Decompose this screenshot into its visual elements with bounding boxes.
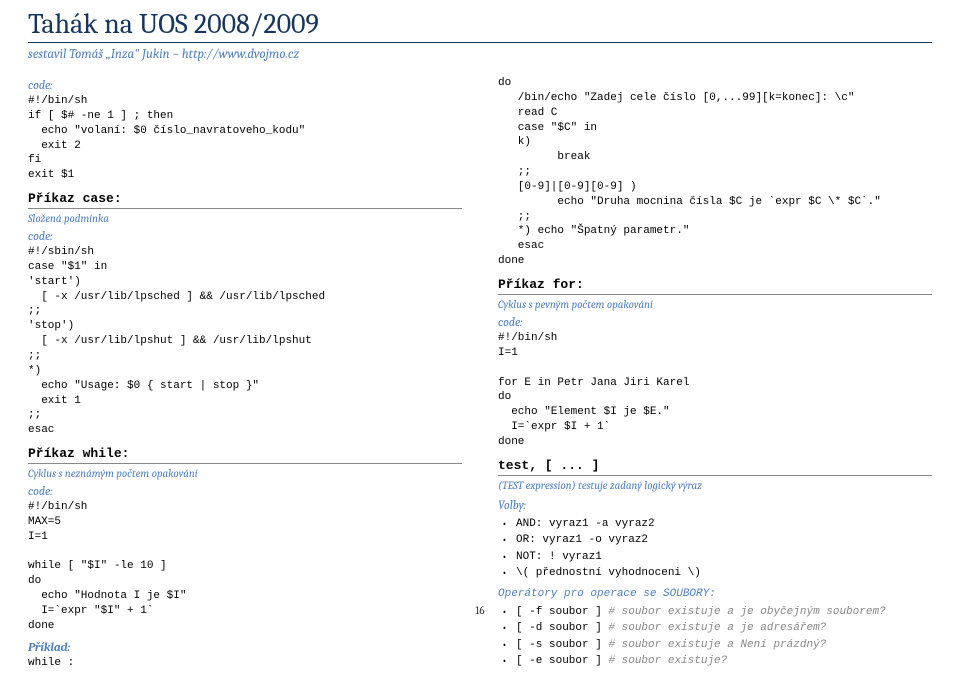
volby-label: Volby: xyxy=(498,498,932,512)
code-block: #!/bin/sh I=1 for E in Petr Jana Jiri Ka… xyxy=(498,331,932,450)
operators-label: Operátory pro operace se SOUBORY: xyxy=(498,588,932,600)
code-block: do /bin/echo "Zadej cele číslo [0,...99]… xyxy=(498,76,932,269)
code-block: #!/bin/sh if [ $# -ne 1 ] ; then echo "v… xyxy=(28,94,462,183)
left-column: code: #!/bin/sh if [ $# -ne 1 ] ; then e… xyxy=(28,74,462,670)
page-number: 16 xyxy=(0,604,960,617)
code-label: code: xyxy=(28,484,462,498)
section-desc: Cyklus s neznámým počtem opakování xyxy=(28,467,462,480)
section-desc: Cyklus s pevným počtem opakování xyxy=(498,298,932,311)
example-label: Příklad: xyxy=(28,640,462,654)
list-item: AND: vyraz1 -a vyraz2 xyxy=(516,516,932,533)
page-title: Tahák na UOS 2008/2009 xyxy=(28,8,932,43)
code-block: while : xyxy=(28,656,462,671)
code-label: code: xyxy=(28,229,462,243)
right-column: do /bin/echo "Zadej cele číslo [0,...99]… xyxy=(498,74,932,670)
list-item: OR: vyraz1 -o vyraz2 xyxy=(516,532,932,549)
list-item: [ -e soubor ] # soubor existuje? xyxy=(516,653,932,670)
code-label: code: xyxy=(28,78,462,92)
section-desc: (TEST expression) testuje zadaný logický… xyxy=(498,479,932,492)
code-block: #!/sbin/sh case "$1" in 'start') [ -x /u… xyxy=(28,245,462,438)
section-for: Příkaz for: xyxy=(498,277,932,295)
section-test: test, [ ... ] xyxy=(498,458,932,476)
section-case: Příkaz case: xyxy=(28,191,462,209)
options-list: AND: vyraz1 -a vyraz2OR: vyraz1 -o vyraz… xyxy=(498,516,932,582)
section-desc: Složená podmínka xyxy=(28,212,462,225)
list-item: \( přednostní vyhodnoceni \) xyxy=(516,565,932,582)
code-label: code: xyxy=(498,315,932,329)
section-while: Příkaz while: xyxy=(28,446,462,464)
page-subtitle: sestavil Tomáš „Inza" Jukin – http://www… xyxy=(28,47,932,62)
list-item: [ -s soubor ] # soubor existuje a Není p… xyxy=(516,637,932,654)
list-item: NOT: ! vyraz1 xyxy=(516,549,932,566)
list-item: [ -d soubor ] # soubor existuje a je adr… xyxy=(516,620,932,637)
